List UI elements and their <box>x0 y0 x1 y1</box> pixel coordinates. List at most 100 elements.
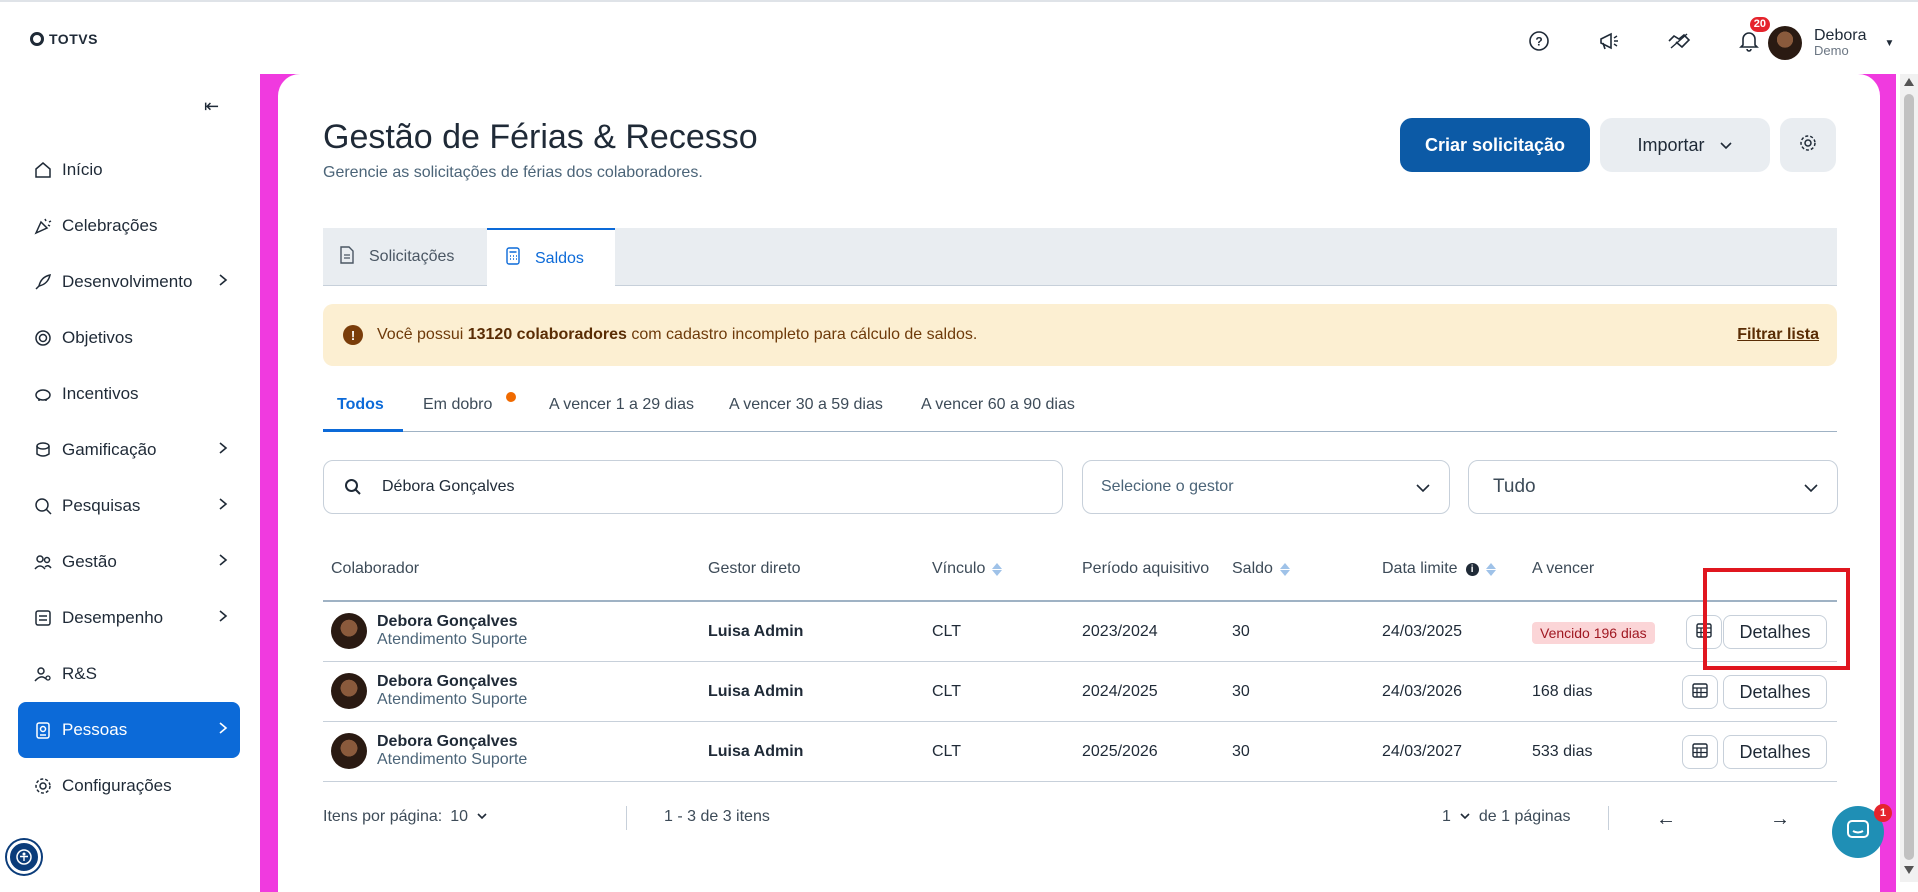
period-cell: 2025/2026 <box>1082 743 1158 760</box>
column-header-data-limite[interactable]: Data limite i <box>1382 560 1496 578</box>
sort-icon[interactable] <box>992 562 1003 576</box>
new-indicator-dot <box>506 392 516 402</box>
alert-highlight: 13120 colaboradores <box>467 326 627 343</box>
accessibility-icon[interactable] <box>7 840 41 874</box>
employee-role: Atendimento Suporte <box>377 751 528 768</box>
alert-prefix: Você possui <box>377 326 468 343</box>
page-selector[interactable]: 1 de 1 páginas <box>1442 808 1571 826</box>
calculator-icon <box>505 246 521 271</box>
avatar <box>331 673 367 709</box>
search-input[interactable]: Débora Gonçalves <box>323 460 1063 514</box>
employee-role: Atendimento Suporte <box>377 691 528 708</box>
details-button[interactable]: Detalhes <box>1723 735 1827 769</box>
employee-cell[interactable]: Debora Gonçalves Atendimento Suporte <box>331 673 527 709</box>
chevron-down-icon <box>476 808 488 826</box>
info-icon[interactable]: i <box>1465 562 1479 576</box>
calendar-icon <box>1691 681 1709 704</box>
chevron-down-icon <box>1415 481 1431 499</box>
top-bar: TOTVS ? 20 Debora Demo ▼ <box>0 0 1918 74</box>
items-per-page[interactable]: Itens por página: 10 <box>323 808 488 826</box>
sidebar-item-pesquisas[interactable]: Pesquisas <box>18 478 240 534</box>
period-select[interactable]: Tudo <box>1468 460 1838 514</box>
balance-cell: 30 <box>1232 683 1250 700</box>
column-header-a-vencer: A vencer <box>1532 560 1594 578</box>
employee-cell[interactable]: Debora Gonçalves Atendimento Suporte <box>331 613 527 649</box>
subtab-60-90-dias[interactable]: A vencer 60 a 90 dias <box>921 396 1075 414</box>
sidebar-item-label: Celebrações <box>62 216 158 235</box>
pages-label: de 1 páginas <box>1478 808 1571 825</box>
details-button[interactable]: Detalhes <box>1723 675 1827 709</box>
scroll-thumb[interactable] <box>1904 94 1914 860</box>
collapse-sidebar-icon[interactable]: ⇤ <box>204 96 219 117</box>
tab-saldos[interactable]: Saldos <box>487 228 615 287</box>
logo-text: TOTVS <box>49 31 98 47</box>
chat-icon <box>1846 819 1870 846</box>
per-page-label: Itens por página: <box>323 808 443 825</box>
logo-mark-icon <box>30 32 44 46</box>
bell-icon[interactable]: 20 <box>1734 17 1770 56</box>
subtab-todos[interactable]: Todos <box>337 396 384 414</box>
employee-name: Debora Gonçalves <box>377 613 518 630</box>
settings-button[interactable] <box>1780 118 1836 172</box>
avatar <box>331 613 367 649</box>
range-label: 1 - 3 de 3 itens <box>664 808 770 825</box>
sidebar-item-gamificacao[interactable]: Gamificação <box>18 422 240 478</box>
sort-icon[interactable] <box>1485 562 1496 576</box>
sidebar-item-incentivos[interactable]: Incentivos <box>18 366 240 422</box>
create-request-button[interactable]: Criar solicitação <box>1400 118 1590 172</box>
sidebar-item-inicio[interactable]: Início <box>18 142 240 198</box>
sidebar-item-desenvolvimento[interactable]: Desenvolvimento <box>18 254 240 310</box>
column-header-saldo[interactable]: Saldo <box>1232 560 1290 578</box>
active-subtab-underline <box>323 429 403 432</box>
scrollbar[interactable] <box>1900 74 1918 882</box>
sort-icon[interactable] <box>1279 562 1290 576</box>
previous-page-arrow-icon[interactable]: ← <box>1656 808 1676 831</box>
sidebar-item-gestao[interactable]: Gestão <box>18 534 240 590</box>
bond-cell: CLT <box>932 623 962 640</box>
handshake-icon[interactable] <box>1664 26 1694 56</box>
calendar-button[interactable] <box>1682 735 1718 769</box>
calendar-button[interactable] <box>1682 675 1718 709</box>
avatar <box>331 733 367 769</box>
alert-suffix: com cadastro incompleto para cálculo de … <box>626 326 978 343</box>
user-menu[interactable]: Debora Demo ▼ <box>1768 26 1894 60</box>
sidebar-item-rs[interactable]: R&S <box>18 646 240 702</box>
alert-message: Você possui 13120 colaboradores com cada… <box>377 326 977 344</box>
filter-list-link[interactable]: Filtrar lista <box>1737 326 1819 344</box>
sidebar-item-label: Objetivos <box>62 328 133 347</box>
scroll-down-icon[interactable] <box>1904 866 1914 874</box>
totvs-logo[interactable]: TOTVS <box>30 31 98 47</box>
sidebar-item-label: Gamificação <box>62 440 157 459</box>
help-icon[interactable]: ? <box>1524 26 1554 56</box>
divider <box>1608 806 1609 830</box>
coins-icon <box>32 439 54 461</box>
megaphone-icon[interactable] <box>1594 26 1624 56</box>
balance-cell: 30 <box>1232 623 1250 640</box>
subtab-30-59-dias[interactable]: A vencer 30 a 59 dias <box>729 396 883 414</box>
employee-cell[interactable]: Debora Gonçalves Atendimento Suporte <box>331 733 527 769</box>
notification-badge: 20 <box>1749 17 1770 32</box>
search-value: Débora Gonçalves <box>382 478 515 495</box>
sidebar-item-objetivos[interactable]: Objetivos <box>18 310 240 366</box>
subtab-em-dobro[interactable]: Em dobro <box>423 396 492 414</box>
next-page-arrow-icon[interactable]: → <box>1770 808 1790 831</box>
sidebar-item-desempenho[interactable]: Desempenho <box>18 590 240 646</box>
sidebar-item-pessoas[interactable]: Pessoas <box>18 702 240 758</box>
chat-badge: 1 <box>1874 804 1892 822</box>
header-label: Colaborador <box>331 560 420 577</box>
sidebar-item-celebracoes[interactable]: Celebrações <box>18 198 240 254</box>
chevron-down-icon <box>1719 135 1733 156</box>
chevron-down-icon <box>1459 808 1471 826</box>
manager-select[interactable]: Selecione o gestor <box>1082 460 1450 514</box>
avatar <box>1768 26 1802 60</box>
import-button[interactable]: Importar <box>1600 118 1770 172</box>
target-icon <box>32 327 54 349</box>
scroll-up-icon[interactable] <box>1904 78 1914 86</box>
current-page: 1 <box>1442 808 1451 825</box>
subtab-1-29-dias[interactable]: A vencer 1 a 29 dias <box>549 396 694 414</box>
balance-cell: 30 <box>1232 743 1250 760</box>
tab-solicitacoes[interactable]: Solicitações <box>339 228 454 286</box>
manager-cell: Luisa Admin <box>708 683 804 700</box>
sidebar-item-configuracoes[interactable]: Configurações <box>18 758 240 814</box>
column-header-vinculo[interactable]: Vínculo <box>932 560 1003 578</box>
